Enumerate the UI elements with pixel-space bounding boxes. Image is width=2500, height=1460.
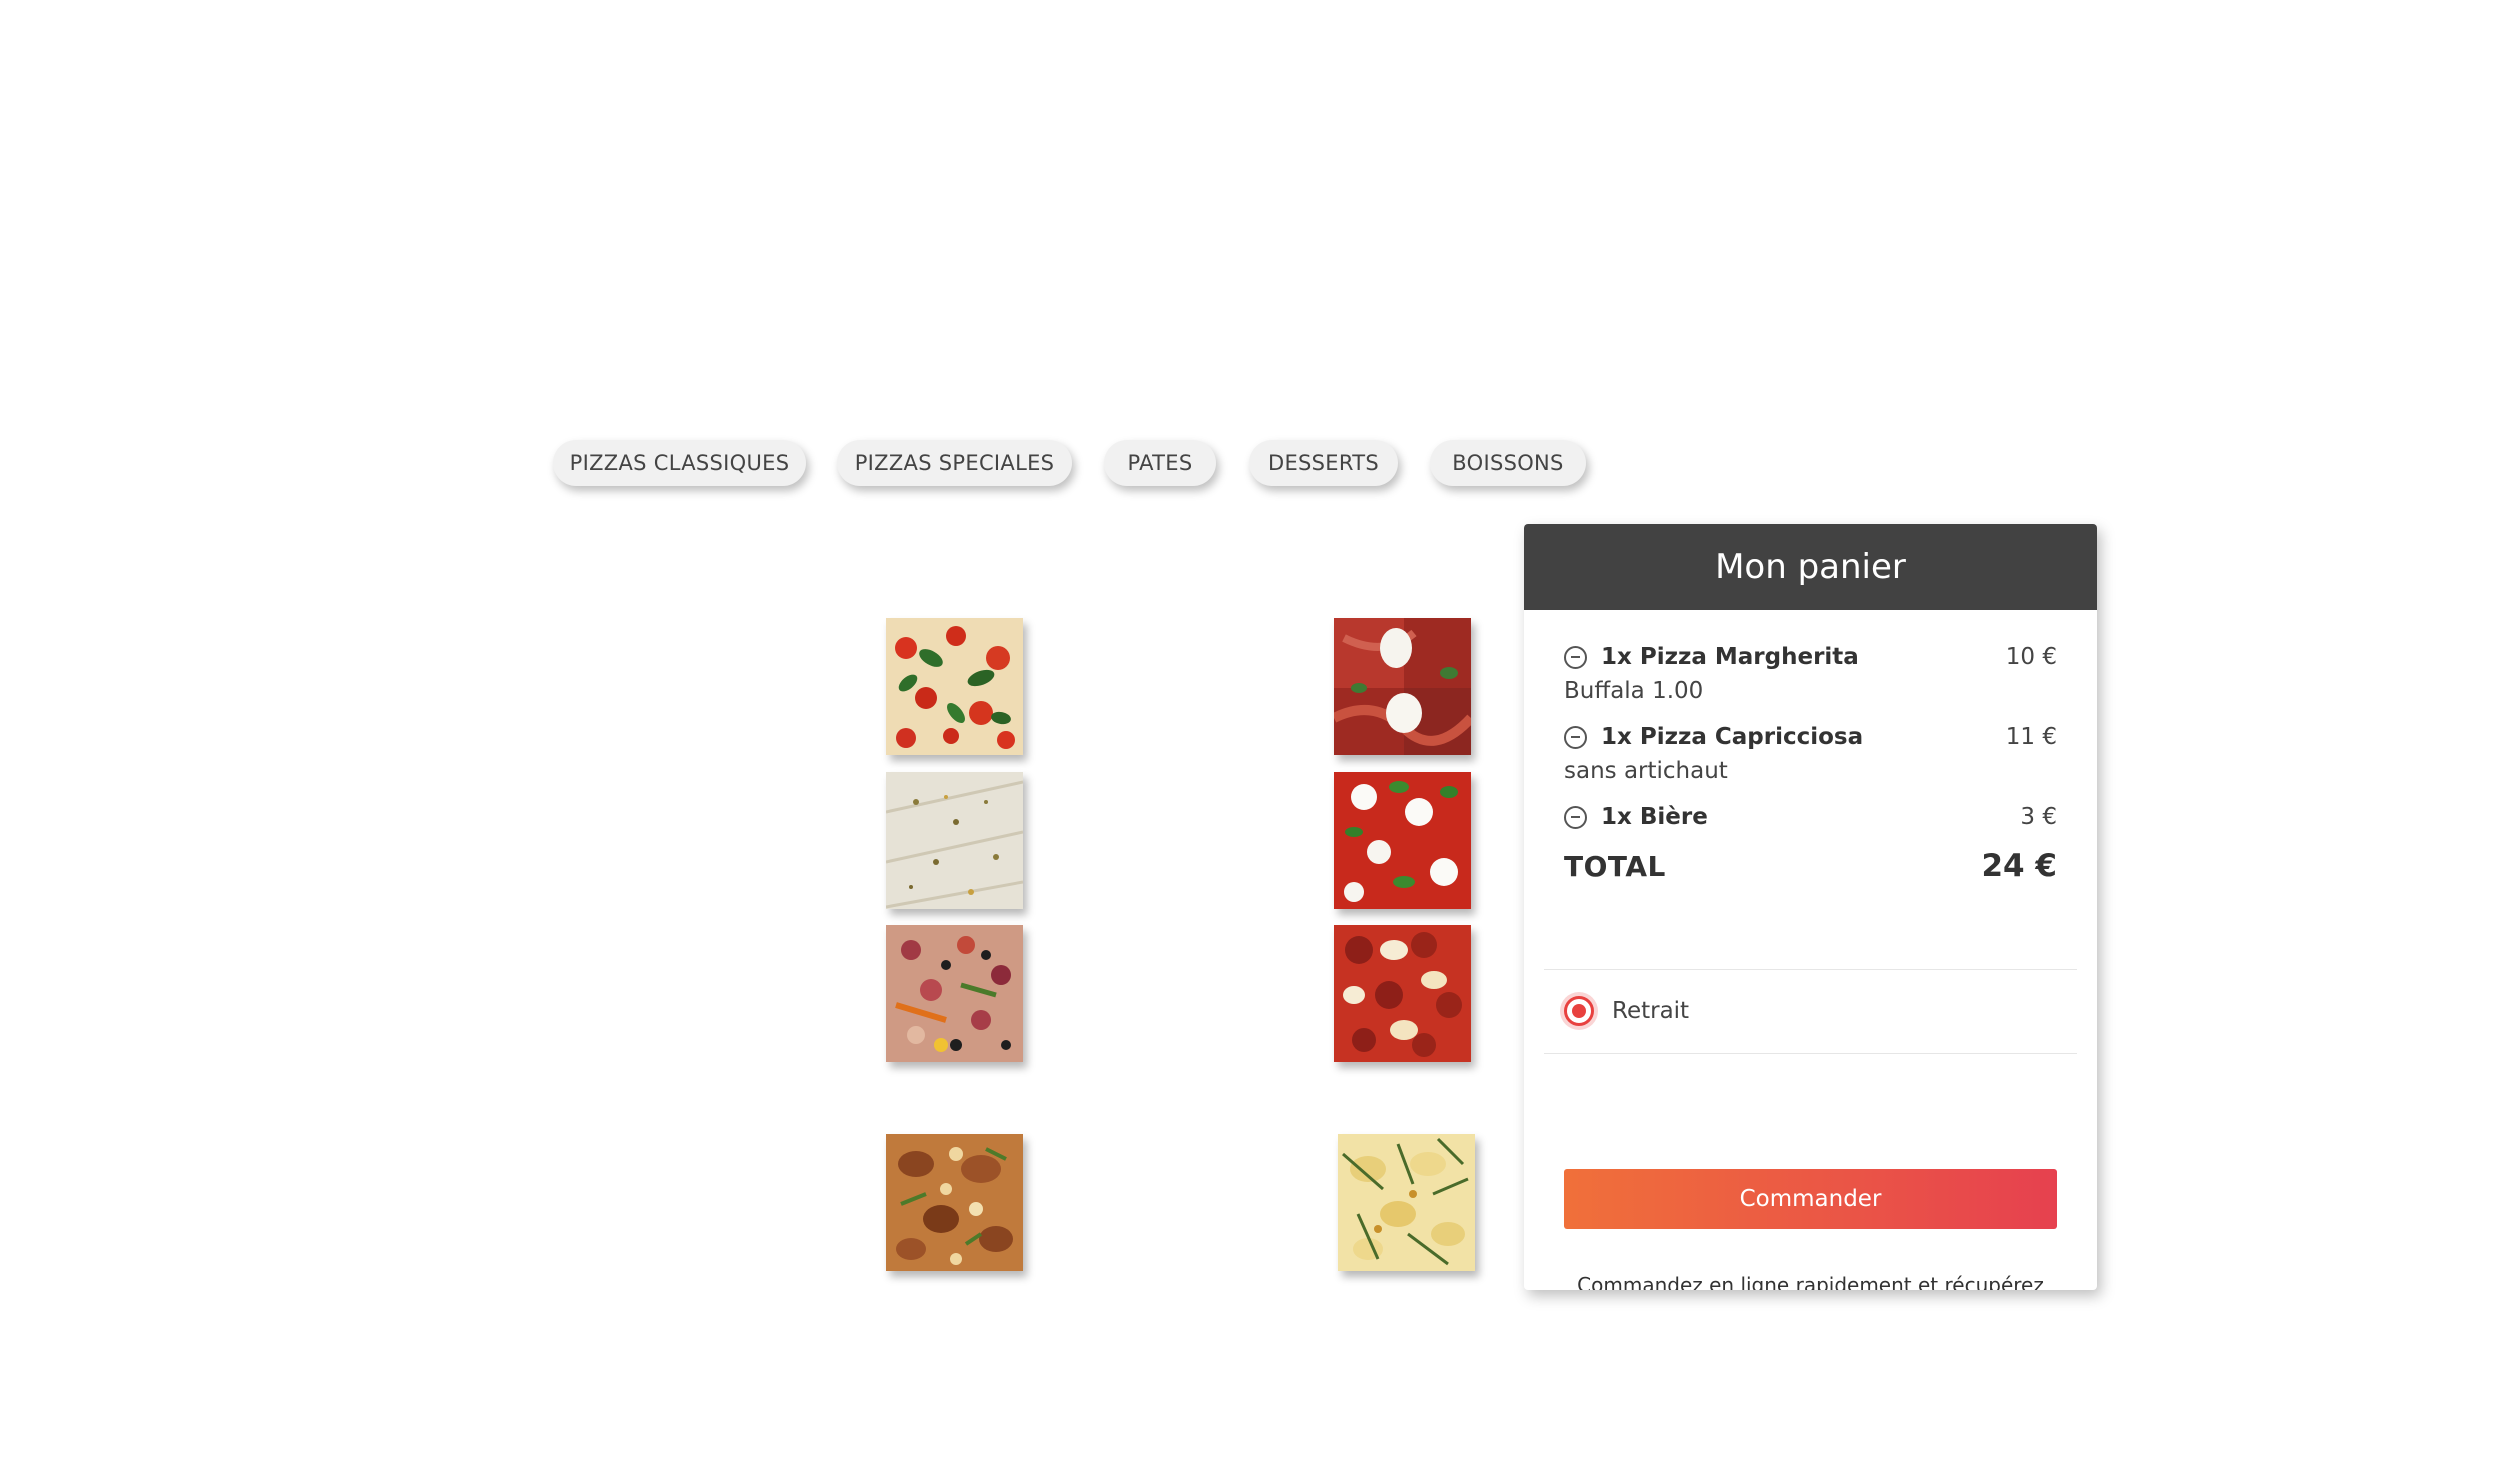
pizza-rosemary-potato-image[interactable] <box>1338 1134 1475 1271</box>
pizza-pepperoni-mozzarella-image[interactable] <box>1334 925 1471 1062</box>
page: PIZZAS CLASSIQUES PIZZAS SPECIALES PATES… <box>0 0 2500 1460</box>
pizza-prosciutto-burrata-image[interactable] <box>1334 618 1471 755</box>
pickup-label: Retrait <box>1612 998 1690 1024</box>
cart-item: 1x Pizza Margherita 10 € Buffala 1.00 <box>1564 640 2057 708</box>
cart-note: Commandez en ligne rapidement et récupér… <box>1577 1273 2044 1290</box>
total-label: TOTAL <box>1564 849 1666 883</box>
pizza-ricotta-basil-image[interactable] <box>1334 772 1471 909</box>
cart-item-note: sans artichaut <box>1564 758 1728 784</box>
cart-item: 1x Pizza Capricciosa 11 € sans artichaut <box>1564 720 2057 788</box>
cart-item-name: 1x Pizza Capricciosa <box>1601 724 1864 750</box>
cart-item-price: 10 € <box>2005 644 2057 670</box>
pizza-bbq-chicken-image[interactable] <box>886 1134 1023 1271</box>
cart-item-name: 1x Pizza Margherita <box>1601 644 1859 670</box>
tab-pates[interactable]: PATES <box>1104 440 1216 486</box>
pickup-radio[interactable] <box>1564 996 1594 1026</box>
tab-boissons[interactable]: BOISSONS <box>1430 440 1586 486</box>
remove-item-icon[interactable] <box>1564 725 1587 749</box>
divider <box>1544 1053 2077 1054</box>
remove-item-icon[interactable] <box>1564 645 1587 669</box>
pickup-option[interactable]: Retrait <box>1564 996 1689 1026</box>
cart-item-name: 1x Bière <box>1601 804 1708 830</box>
cart-total: TOTAL 24 € <box>1564 848 2057 884</box>
tab-desserts[interactable]: DESSERTS <box>1249 440 1398 486</box>
pizza-bianca-image[interactable] <box>886 772 1023 909</box>
total-value: 24 € <box>1981 848 2057 884</box>
order-button[interactable]: Commander <box>1564 1169 2057 1229</box>
divider <box>1544 969 2077 970</box>
cart-item-note: Buffala 1.00 <box>1564 678 1704 704</box>
remove-item-icon[interactable] <box>1564 805 1587 829</box>
cart-title: Mon panier <box>1524 524 2097 610</box>
cart-panel: Mon panier 1x Pizza Margherita 10 € Buff… <box>1524 524 2097 1290</box>
cart-item-price: 11 € <box>2005 724 2057 750</box>
tab-pizzas-classiques[interactable]: PIZZAS CLASSIQUES <box>553 440 806 486</box>
cart-item-price: 3 € <box>2020 804 2057 830</box>
pizza-margherita-image[interactable] <box>886 618 1023 755</box>
tab-pizzas-speciales[interactable]: PIZZAS SPECIALES <box>837 440 1072 486</box>
pizza-capricciosa-image[interactable] <box>886 925 1023 1062</box>
cart-item: 1x Bière 3 € <box>1564 800 2057 834</box>
